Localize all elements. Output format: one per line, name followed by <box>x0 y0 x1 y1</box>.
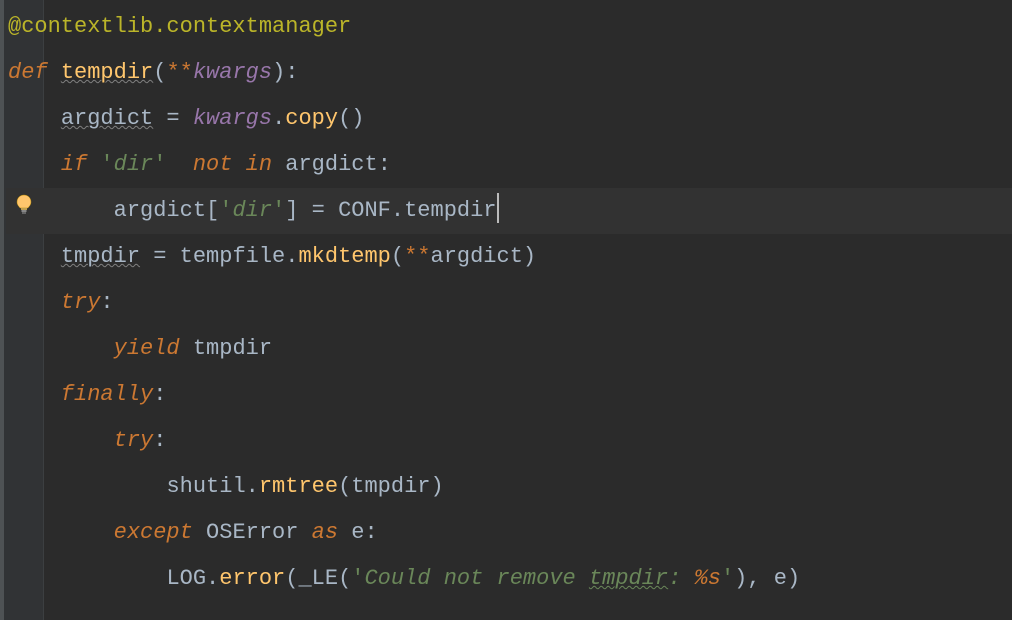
code-line[interactable]: finally: <box>6 372 1012 418</box>
string-dir: dir <box>232 198 272 223</box>
double-star: ** <box>166 60 192 85</box>
text-cursor <box>497 193 499 223</box>
keyword-except: except <box>114 520 193 545</box>
paren-open: ( <box>391 244 404 269</box>
code-line[interactable]: try: <box>6 418 1012 464</box>
attr-tempdir: tempdir <box>404 198 496 223</box>
var-log: LOG <box>166 566 206 591</box>
method-rmtree: rmtree <box>259 474 338 499</box>
code-line[interactable]: tmpdir = tempfile.mkdtemp(**argdict) <box>6 234 1012 280</box>
string-quote: ' <box>100 152 113 177</box>
string-quote: ' <box>721 566 734 591</box>
var-argdict: argdict <box>114 198 206 223</box>
var-argdict: argdict <box>61 106 153 131</box>
code-line[interactable]: shutil.rmtree(tmpdir) <box>6 464 1012 510</box>
paren-close: ) <box>734 566 747 591</box>
keyword-try: try <box>61 290 101 315</box>
code-line[interactable]: try: <box>6 280 1012 326</box>
keyword-def: def <box>8 60 48 85</box>
colon: : <box>153 382 166 407</box>
colon: : <box>378 152 391 177</box>
string-body: Could not remove <box>364 566 588 591</box>
code-line[interactable]: @contextlib.contextmanager <box>6 4 1012 50</box>
var-e: e <box>351 520 364 545</box>
string-tmpdir: tmpdir <box>589 566 668 591</box>
keyword-finally: finally <box>61 382 153 407</box>
var-argdict: argdict <box>431 244 523 269</box>
paren-open: ( <box>338 474 351 499</box>
dot: . <box>285 244 298 269</box>
call-parens: () <box>338 106 364 131</box>
paren-close: ) <box>523 244 536 269</box>
code-line[interactable]: if 'dir' not in argdict: <box>6 142 1012 188</box>
colon: : <box>364 520 377 545</box>
kwargs-param: kwargs <box>193 60 272 85</box>
paren-close: ) <box>787 566 800 591</box>
method-error: error <box>219 566 285 591</box>
comma: , <box>747 566 773 591</box>
dot: . <box>272 106 285 131</box>
keyword-if: if <box>61 152 87 177</box>
var-tmpdir: tmpdir <box>61 244 140 269</box>
module-shutil: shutil <box>166 474 245 499</box>
keyword-try: try <box>114 428 154 453</box>
string-dir: dir <box>114 152 154 177</box>
keyword-in: in <box>246 152 272 177</box>
assign: = <box>153 106 193 131</box>
var-tmpdir: tmpdir <box>193 336 272 361</box>
string-quote: ' <box>351 566 364 591</box>
code-editor[interactable]: @contextlib.contextmanager def tempdir(*… <box>6 4 1012 602</box>
code-line[interactable]: def tempdir(**kwargs): <box>6 50 1012 96</box>
paren-close: ): <box>272 60 298 85</box>
code-line[interactable]: argdict = kwargs.copy() <box>6 96 1012 142</box>
paren-close: ) <box>431 474 444 499</box>
code-line-active[interactable]: argdict['dir'] = CONF.tempdir <box>6 188 1012 234</box>
colon: : <box>100 290 113 315</box>
dot: . <box>391 198 404 223</box>
string-quote: ' <box>272 198 285 223</box>
var-kwargs: kwargs <box>193 106 272 131</box>
fn-le: _LE <box>298 566 338 591</box>
decorator: @contextlib.contextmanager <box>8 14 351 39</box>
bracket-close: ] <box>285 198 298 223</box>
dot: . <box>206 566 219 591</box>
var-e: e <box>774 566 787 591</box>
module-tempfile: tempfile <box>180 244 286 269</box>
gutter-edge <box>0 0 4 620</box>
method-mkdtemp: mkdtemp <box>298 244 390 269</box>
intention-bulb-icon[interactable] <box>14 194 34 216</box>
paren-open: ( <box>338 566 351 591</box>
format-spec: %s <box>695 566 721 591</box>
code-line[interactable]: except OSError as e: <box>6 510 1012 556</box>
string-body: : <box>668 566 694 591</box>
keyword-not: not <box>193 152 233 177</box>
code-line[interactable]: LOG.error(_LE('Could not remove tmpdir: … <box>6 556 1012 602</box>
paren-open: ( <box>153 60 166 85</box>
method-copy: copy <box>285 106 338 131</box>
var-conf: CONF <box>338 198 391 223</box>
assign: = <box>298 198 338 223</box>
var-tmpdir: tmpdir <box>351 474 430 499</box>
var-argdict: argdict <box>285 152 377 177</box>
code-line[interactable]: yield tmpdir <box>6 326 1012 372</box>
function-name: tempdir <box>61 60 153 85</box>
bracket-open: [ <box>206 198 219 223</box>
assign: = <box>140 244 180 269</box>
keyword-as: as <box>312 520 338 545</box>
keyword-yield: yield <box>114 336 180 361</box>
dot: . <box>246 474 259 499</box>
double-star: ** <box>404 244 430 269</box>
colon: : <box>153 428 166 453</box>
string-quote: ' <box>153 152 166 177</box>
string-quote: ' <box>219 198 232 223</box>
paren-open: ( <box>285 566 298 591</box>
type-oserror: OSError <box>206 520 298 545</box>
